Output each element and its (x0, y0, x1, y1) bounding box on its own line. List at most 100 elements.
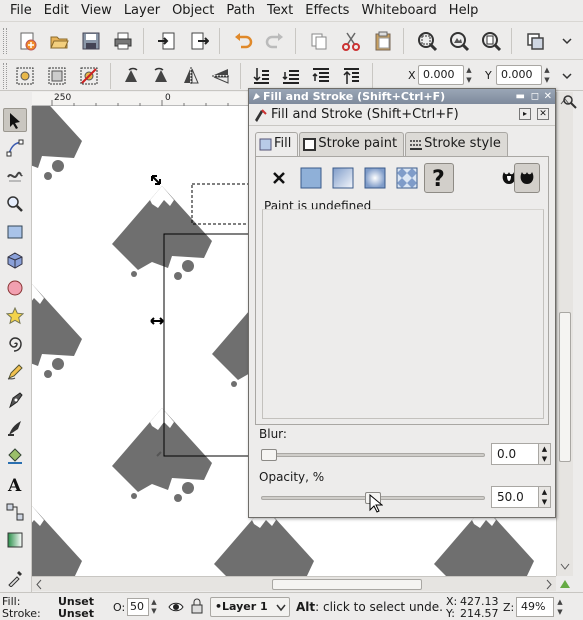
zoom-spinner[interactable]: ▲ ▼ (555, 597, 565, 617)
scroll-right-icon[interactable] (542, 577, 556, 592)
duplicate-icon[interactable] (522, 28, 548, 54)
pen-tool-icon[interactable] (3, 388, 27, 412)
panel-search-icon[interactable] (560, 92, 580, 112)
menu-layer[interactable]: Layer (118, 0, 166, 22)
tab-stroke-paint[interactable]: Stroke paint (299, 132, 405, 156)
opacity-spinner[interactable]: ▲ ▼ (539, 486, 551, 508)
menu-help[interactable]: Help (443, 0, 485, 22)
select-all-layers-icon[interactable] (44, 63, 70, 89)
rotate-ccw-icon[interactable] (118, 63, 144, 89)
undo-icon[interactable] (230, 28, 256, 54)
eye-visibility-icon[interactable] (168, 599, 184, 615)
connector-tool-icon[interactable] (3, 500, 27, 524)
flip-vertical-icon[interactable] (208, 63, 234, 89)
corner-zoom-icon[interactable] (557, 577, 573, 591)
lock-icon[interactable] (190, 598, 204, 614)
flat-color-button[interactable] (296, 163, 326, 193)
text-tool-icon[interactable]: A (3, 472, 27, 496)
unset-paint-button[interactable]: ? (424, 163, 454, 193)
blur-slider-knob[interactable] (261, 449, 277, 461)
dialog-titlebar[interactable]: Fill and Stroke (Shift+Ctrl+F) ▬ ◻ ✕ (249, 89, 555, 104)
vertical-scroll-thumb[interactable] (559, 312, 571, 462)
scroll-down-icon[interactable] (557, 556, 574, 576)
dialog-close-icon[interactable]: ✕ (544, 89, 552, 104)
paste-icon[interactable] (370, 28, 396, 54)
lower-to-bottom-icon[interactable] (248, 63, 274, 89)
toolbar-overflow-chevron-icon-2[interactable] (554, 63, 580, 89)
deselect-icon[interactable] (76, 63, 102, 89)
pencil-tool-icon[interactable] (3, 360, 27, 384)
tab-fill[interactable]: Fill (255, 132, 299, 157)
export-icon[interactable] (186, 28, 212, 54)
menu-effects[interactable]: Effects (299, 0, 355, 22)
horizontal-scrollbar[interactable] (32, 576, 556, 591)
dialog-panel-menu-icon[interactable]: ▸ (519, 108, 531, 120)
radial-gradient-button[interactable] (360, 163, 390, 193)
rotate-cw-icon[interactable] (148, 63, 174, 89)
dialog-minimize-icon[interactable]: ▬ (516, 89, 525, 104)
y-spinner[interactable]: ▲ ▼ (542, 65, 552, 85)
tweak-tool-icon[interactable] (3, 164, 27, 188)
blur-slider-track[interactable] (261, 453, 485, 457)
menu-whiteboard[interactable]: Whiteboard (355, 0, 442, 22)
x-field[interactable]: 0.000 (418, 65, 464, 85)
3d-box-tool-icon[interactable] (3, 248, 27, 272)
blur-field[interactable]: 0.0 (491, 443, 539, 465)
selector-tool-icon[interactable] (3, 108, 27, 132)
status-opacity-field[interactable]: 50 (127, 598, 149, 616)
toolbar-grip[interactable] (3, 28, 7, 54)
opacity-field[interactable]: 50.0 (491, 486, 539, 508)
toolbar-grip-2[interactable] (3, 63, 7, 89)
scroll-left-icon[interactable] (32, 577, 46, 592)
paint-bucket-tool-icon[interactable] (3, 444, 27, 468)
toolbar-overflow-chevron-icon[interactable] (554, 28, 580, 54)
node-tool-icon[interactable] (3, 136, 27, 160)
status-opacity-spinner[interactable]: ▲ ▼ (149, 598, 159, 616)
gradient-tool-icon[interactable] (3, 528, 27, 552)
print-icon[interactable] (110, 28, 136, 54)
tab-stroke-style[interactable]: Stroke style (405, 132, 508, 156)
import-icon[interactable] (154, 28, 180, 54)
zoom-drawing-icon[interactable] (446, 28, 472, 54)
lower-icon[interactable] (278, 63, 304, 89)
layer-dropdown[interactable]: •Layer 1 (210, 597, 290, 617)
flip-horizontal-icon[interactable] (178, 63, 204, 89)
select-all-icon[interactable] (12, 63, 38, 89)
ellipse-tool-icon[interactable] (3, 276, 27, 300)
no-paint-button[interactable] (264, 163, 294, 193)
copy-icon[interactable] (306, 28, 332, 54)
raise-icon[interactable] (308, 63, 334, 89)
dropper-tool-icon[interactable] (3, 566, 27, 590)
menu-object[interactable]: Object (166, 0, 220, 22)
vertical-scrollbar[interactable] (556, 92, 573, 576)
menu-text[interactable]: Text (261, 0, 299, 22)
calligraphy-tool-icon[interactable] (3, 416, 27, 440)
dialog-panel-close-icon[interactable]: ✕ (537, 108, 549, 120)
horizontal-scroll-thumb[interactable] (272, 579, 422, 590)
menu-path[interactable]: Path (220, 0, 261, 22)
zoom-tool-icon[interactable] (3, 192, 27, 216)
x-spinner[interactable]: ▲ ▼ (464, 65, 474, 85)
zoom-page-icon[interactable] (478, 28, 504, 54)
menu-file[interactable]: File (4, 0, 38, 22)
zoom-selection-icon[interactable] (414, 28, 440, 54)
fill-rule-nonzero-button[interactable] (514, 163, 540, 193)
star-tool-icon[interactable] (3, 304, 27, 328)
spiral-tool-icon[interactable] (3, 332, 27, 356)
pattern-button[interactable] (392, 163, 422, 193)
cut-icon[interactable] (338, 28, 364, 54)
redo-icon[interactable] (262, 28, 288, 54)
menu-edit[interactable]: Edit (38, 0, 75, 22)
save-icon[interactable] (78, 28, 104, 54)
y-field[interactable]: 0.000 (496, 65, 542, 85)
menu-view[interactable]: View (75, 0, 118, 22)
open-folder-icon[interactable] (46, 28, 72, 54)
linear-gradient-button[interactable] (328, 163, 358, 193)
raise-to-top-icon[interactable] (338, 63, 364, 89)
dialog-maximize-icon[interactable]: ◻ (531, 89, 539, 104)
new-document-icon[interactable] (14, 28, 40, 54)
rectangle-tool-icon[interactable] (3, 220, 27, 244)
blur-spinner[interactable]: ▲ ▼ (539, 443, 551, 465)
stroke-value[interactable]: Unset (58, 607, 94, 620)
zoom-field[interactable]: 49% (516, 597, 554, 617)
